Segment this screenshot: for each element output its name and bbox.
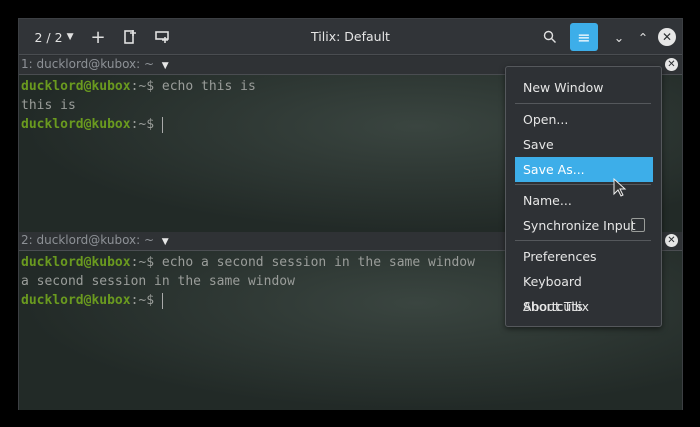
menu-item-save[interactable]: Save [515, 132, 653, 157]
add-session-button[interactable]: + [87, 25, 109, 49]
close-button[interactable]: ✕ [657, 25, 677, 49]
hamburger-menu: New Window Open... Save Save As... Name.… [505, 66, 662, 327]
synchronize-checkbox[interactable] [631, 218, 645, 232]
menu-separator [515, 103, 651, 104]
mouse-cursor-icon [613, 178, 627, 197]
menu-item-preferences[interactable]: Preferences [515, 244, 653, 269]
session-switcher[interactable]: 2 / 2 ▼ [29, 25, 79, 49]
menu-button[interactable]: ≡ [570, 23, 598, 51]
close-icon: ✕ [658, 28, 676, 46]
menu-separator [515, 240, 651, 241]
dropdown-icon[interactable]: ▼ [162, 61, 169, 71]
chevron-down-icon: ⌄ [613, 29, 625, 45]
terminal-output: ducklord@kubox:~$ echo this is this is duc… [21, 79, 256, 133]
menu-item-synchronize-input[interactable]: Synchronize Input [515, 213, 653, 238]
split-down-button[interactable] [151, 25, 173, 49]
split-horizontal-icon [124, 30, 136, 44]
menu-item-about[interactable]: About Tilix [515, 294, 653, 319]
close-pane-icon[interactable]: ✕ [665, 234, 678, 247]
search-button[interactable] [539, 25, 561, 49]
plus-icon: + [90, 26, 106, 48]
menu-item-keyboard-shortcuts[interactable]: Keyboard Shortcuts [515, 269, 653, 314]
menu-item-open[interactable]: Open... [515, 107, 653, 132]
dropdown-icon[interactable]: ▼ [162, 237, 169, 247]
menu-item-save-as[interactable]: Save As... [515, 157, 653, 182]
chevron-up-icon: ⌃ [637, 29, 649, 45]
menu-separator [515, 184, 651, 185]
dropdown-icon: ▼ [66, 32, 74, 42]
terminal-output: ducklord@kubox:~$ echo a second session … [21, 255, 475, 309]
hamburger-icon: ≡ [577, 27, 591, 47]
search-icon [543, 30, 556, 43]
minimize-button[interactable]: ⌄ [609, 25, 629, 49]
header-bar: 2 / 2 ▼ + Tilix: Default ≡ ⌄ ⌃ ✕ [19, 19, 682, 55]
menu-item-name[interactable]: Name... [515, 188, 653, 213]
cursor [161, 292, 163, 309]
close-pane-icon[interactable]: ✕ [665, 58, 678, 71]
menu-item-new-window[interactable]: New Window [515, 75, 653, 100]
maximize-button[interactable]: ⌃ [633, 25, 653, 49]
split-right-button[interactable] [119, 25, 141, 49]
cursor [161, 116, 163, 133]
split-vertical-icon [155, 31, 169, 43]
